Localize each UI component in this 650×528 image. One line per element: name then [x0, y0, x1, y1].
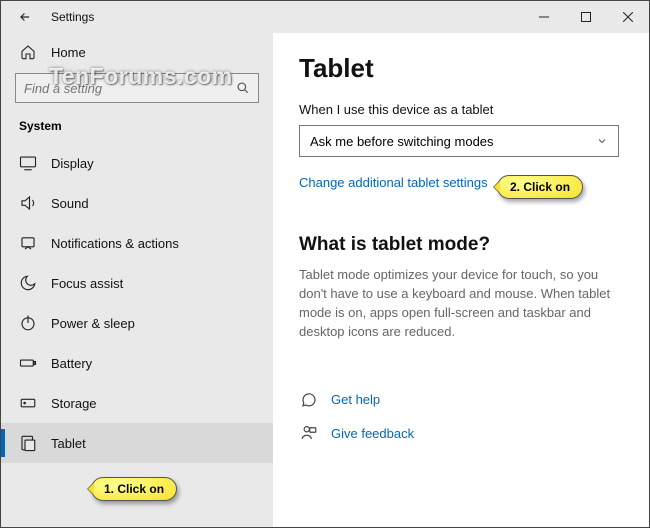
sidebar-item-battery[interactable]: Battery	[1, 343, 273, 383]
window-title: Settings	[51, 10, 94, 24]
search-icon	[236, 81, 250, 95]
sidebar-item-label: Power & sleep	[51, 316, 135, 331]
home-icon	[19, 43, 37, 61]
sidebar-item-display[interactable]: Display	[1, 143, 273, 183]
sidebar-item-label: Storage	[51, 396, 97, 411]
section-description: Tablet mode optimizes your device for to…	[299, 266, 623, 341]
feedback-icon	[299, 423, 319, 443]
dropdown-value: Ask me before switching modes	[310, 134, 494, 149]
sound-icon	[19, 194, 37, 212]
get-help-icon	[299, 389, 319, 409]
search-box[interactable]	[15, 73, 259, 103]
give-feedback-link[interactable]: Give feedback	[331, 426, 414, 441]
sidebar-item-label: Notifications & actions	[51, 236, 179, 251]
tablet-icon	[19, 434, 37, 452]
focus-assist-icon	[19, 274, 37, 292]
close-button[interactable]	[607, 1, 649, 33]
main-content: Tablet When I use this device as a table…	[273, 33, 649, 527]
sidebar-home[interactable]: Home	[1, 35, 273, 69]
sidebar-item-label: Battery	[51, 356, 92, 371]
callout-1: 1. Click on	[91, 477, 177, 501]
maximize-button[interactable]	[565, 1, 607, 33]
sidebar-item-label: Tablet	[51, 436, 86, 451]
page-title: Tablet	[299, 53, 623, 84]
minimize-button[interactable]	[523, 1, 565, 33]
notifications-icon	[19, 234, 37, 252]
field-label: When I use this device as a tablet	[299, 102, 623, 117]
search-input[interactable]	[24, 81, 236, 96]
sidebar-item-sound[interactable]: Sound	[1, 183, 273, 223]
change-tablet-settings-link[interactable]: Change additional tablet settings	[299, 175, 488, 190]
sidebar-item-notifications[interactable]: Notifications & actions	[1, 223, 273, 263]
sidebar-item-power-sleep[interactable]: Power & sleep	[1, 303, 273, 343]
sidebar-item-label: Focus assist	[51, 276, 123, 291]
power-icon	[19, 314, 37, 332]
display-icon	[19, 154, 37, 172]
sidebar-item-tablet[interactable]: Tablet	[1, 423, 273, 463]
back-button[interactable]	[11, 3, 39, 31]
battery-icon	[19, 354, 37, 372]
sidebar: Home System Display Sound Notifications …	[1, 33, 273, 527]
chevron-down-icon	[596, 135, 608, 147]
sidebar-item-focus-assist[interactable]: Focus assist	[1, 263, 273, 303]
titlebar: Settings	[1, 1, 649, 33]
sidebar-section-heading: System	[1, 113, 273, 143]
sidebar-home-label: Home	[51, 45, 86, 60]
sidebar-item-label: Sound	[51, 196, 89, 211]
section-title: What is tablet mode?	[299, 234, 623, 256]
sidebar-item-storage[interactable]: Storage	[1, 383, 273, 423]
get-help-link[interactable]: Get help	[331, 392, 380, 407]
tablet-mode-dropdown[interactable]: Ask me before switching modes	[299, 125, 619, 157]
callout-2: 2. Click on	[497, 175, 583, 199]
sidebar-item-label: Display	[51, 156, 94, 171]
storage-icon	[19, 394, 37, 412]
